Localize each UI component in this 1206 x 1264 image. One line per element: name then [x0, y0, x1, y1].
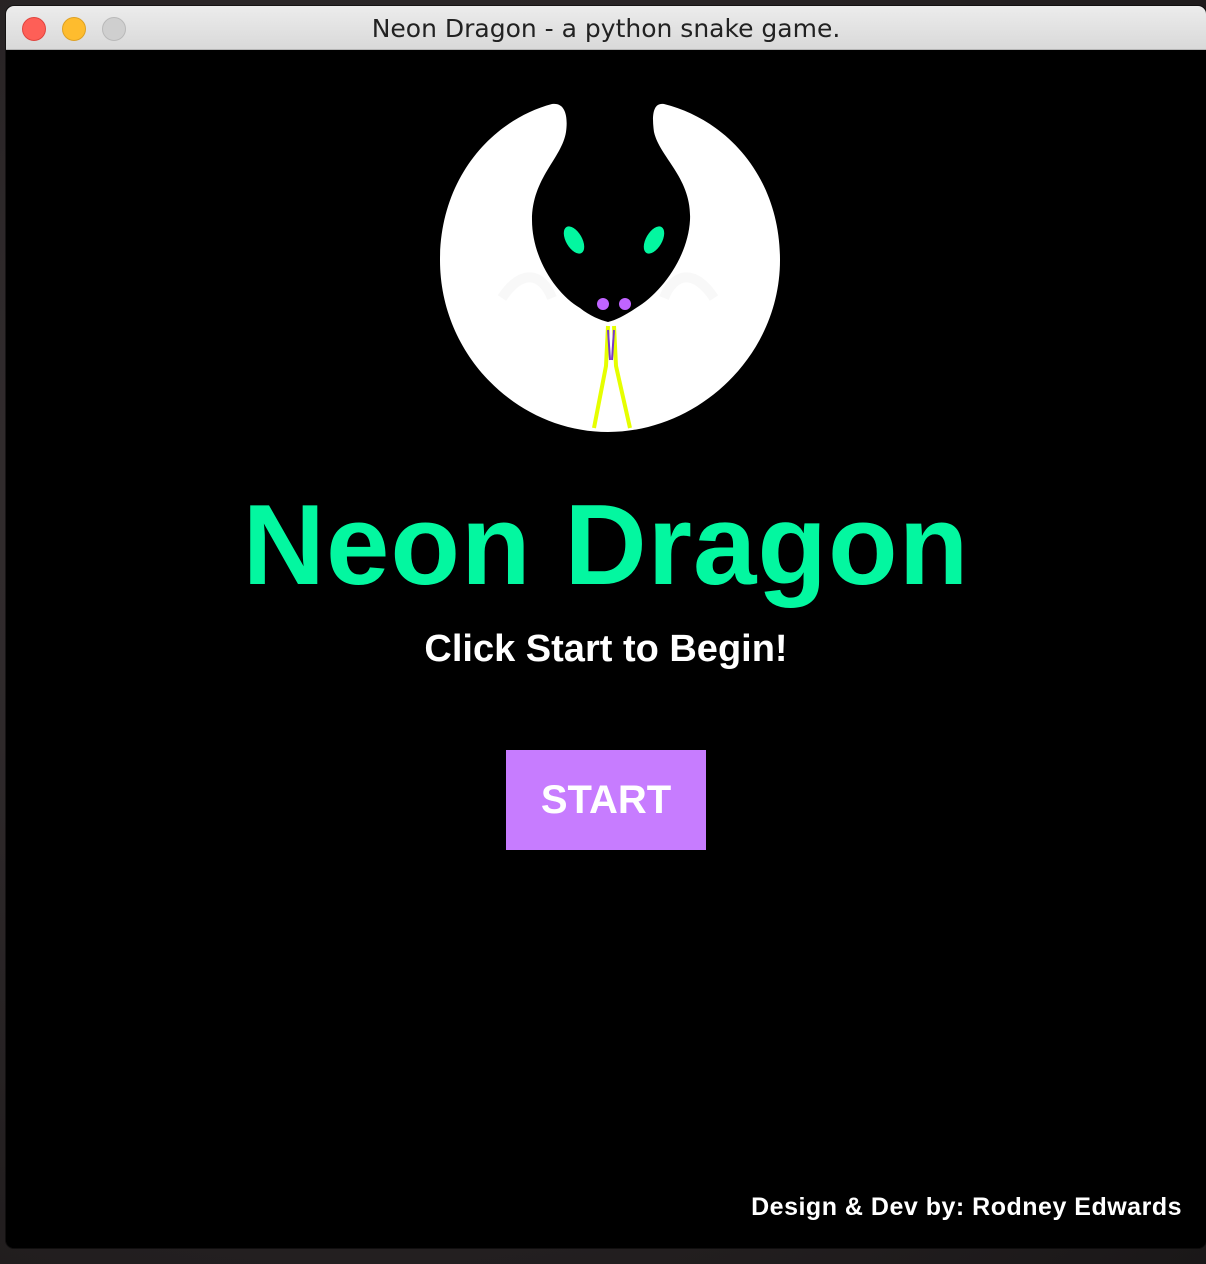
game-canvas[interactable]: Neon Dragon Click Start to Begin! START …	[6, 50, 1206, 1248]
dragon-logo-icon	[440, 103, 780, 432]
start-button[interactable]: START	[506, 750, 706, 850]
dragon-eye-left	[563, 226, 585, 254]
dragon-eye-right	[643, 226, 665, 254]
app-window: Neon Dragon - a python snake game. Neon …	[6, 6, 1206, 1248]
title-bar[interactable]: Neon Dragon - a python snake game.	[6, 6, 1206, 50]
game-title: Neon Dragon	[242, 482, 970, 609]
credits-text: Design & Dev by: Rodney Edwards	[751, 1193, 1182, 1221]
start-prompt: Click Start to Begin!	[424, 628, 788, 670]
window-title: Neon Dragon - a python snake game.	[371, 14, 841, 43]
